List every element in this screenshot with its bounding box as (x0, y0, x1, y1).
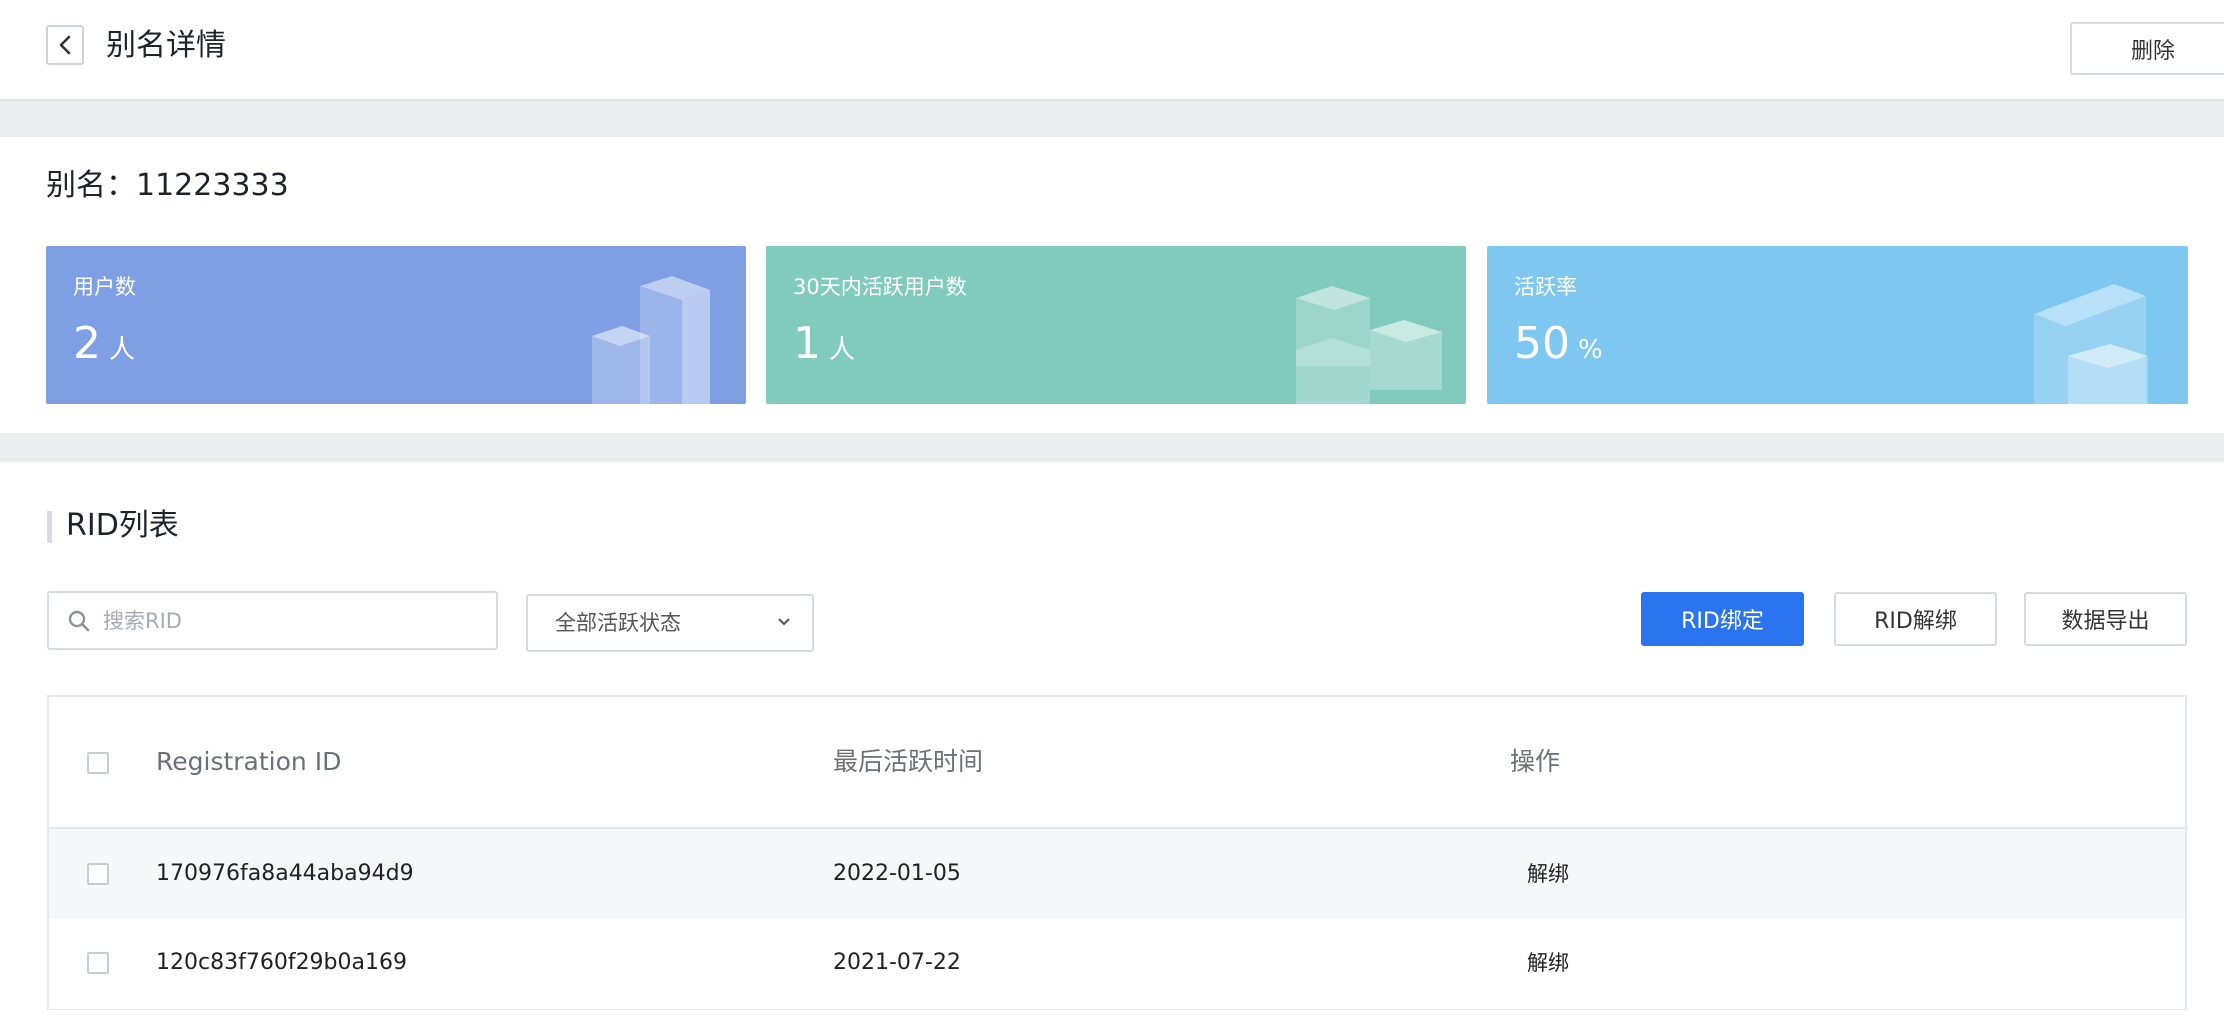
stat-label: 30天内活跃用户数 (793, 275, 967, 299)
stat-value: 50% (1514, 318, 1603, 369)
section-title: RID列表 (66, 508, 179, 543)
search-icon (68, 610, 90, 632)
stat-card-users: 用户数 2人 (46, 246, 746, 404)
table-row: 120c83f760f29b0a169 2021-07-22 解绑 (49, 919, 2185, 1009)
cubes-illustration-icon (2034, 284, 2148, 404)
chevron-left-icon (59, 35, 71, 55)
export-data-button[interactable]: 数据导出 (2024, 592, 2187, 646)
last-active-cell: 2021-07-22 (833, 950, 961, 975)
stat-card-active-rate: 活跃率 50% (1487, 246, 2188, 404)
stat-label: 用户数 (73, 275, 136, 299)
rid-bind-button[interactable]: RID绑定 (1641, 592, 1804, 646)
back-button[interactable] (46, 25, 84, 65)
alias-label: 别名：11223333 (46, 168, 289, 203)
stat-value: 2人 (73, 318, 136, 369)
cubes-illustration-icon (1296, 286, 1442, 404)
rid-cell: 120c83f760f29b0a169 (156, 950, 407, 975)
cubes-illustration-icon (592, 276, 710, 404)
stat-value: 1人 (793, 318, 856, 369)
page-header (0, 0, 2224, 101)
stat-card-active-users: 30天内活跃用户数 1人 (766, 246, 1466, 404)
table-row: 170976fa8a44aba94d9 2022-01-05 解绑 (49, 829, 2185, 919)
page-title: 别名详情 (106, 28, 226, 63)
delete-button[interactable]: 删除 (2070, 22, 2224, 75)
unbind-link[interactable]: 解绑 (1527, 949, 1569, 977)
stat-label: 活跃率 (1514, 275, 1577, 299)
rid-cell: 170976fa8a44aba94d9 (156, 861, 414, 886)
select-all-checkbox[interactable] (87, 752, 109, 774)
chevron-down-icon (778, 618, 790, 626)
search-input[interactable] (103, 593, 483, 648)
section-accent-bar (47, 511, 52, 543)
search-box[interactable] (47, 591, 498, 650)
select-value: 全部活跃状态 (555, 611, 681, 635)
table-header: Registration ID 最后活跃时间 操作 (49, 697, 2185, 829)
rid-unbind-button[interactable]: RID解绑 (1834, 592, 1997, 646)
active-status-select[interactable]: 全部活跃状态 (526, 594, 814, 652)
column-header-last-active: 最后活跃时间 (833, 747, 984, 776)
rid-table: Registration ID 最后活跃时间 操作 170976fa8a44ab… (47, 695, 2187, 1010)
column-header-rid: Registration ID (156, 747, 342, 776)
unbind-link[interactable]: 解绑 (1527, 860, 1569, 888)
last-active-cell: 2022-01-05 (833, 861, 961, 886)
column-header-action: 操作 (1510, 747, 1561, 776)
row-checkbox[interactable] (87, 863, 109, 885)
row-checkbox[interactable] (87, 952, 109, 974)
